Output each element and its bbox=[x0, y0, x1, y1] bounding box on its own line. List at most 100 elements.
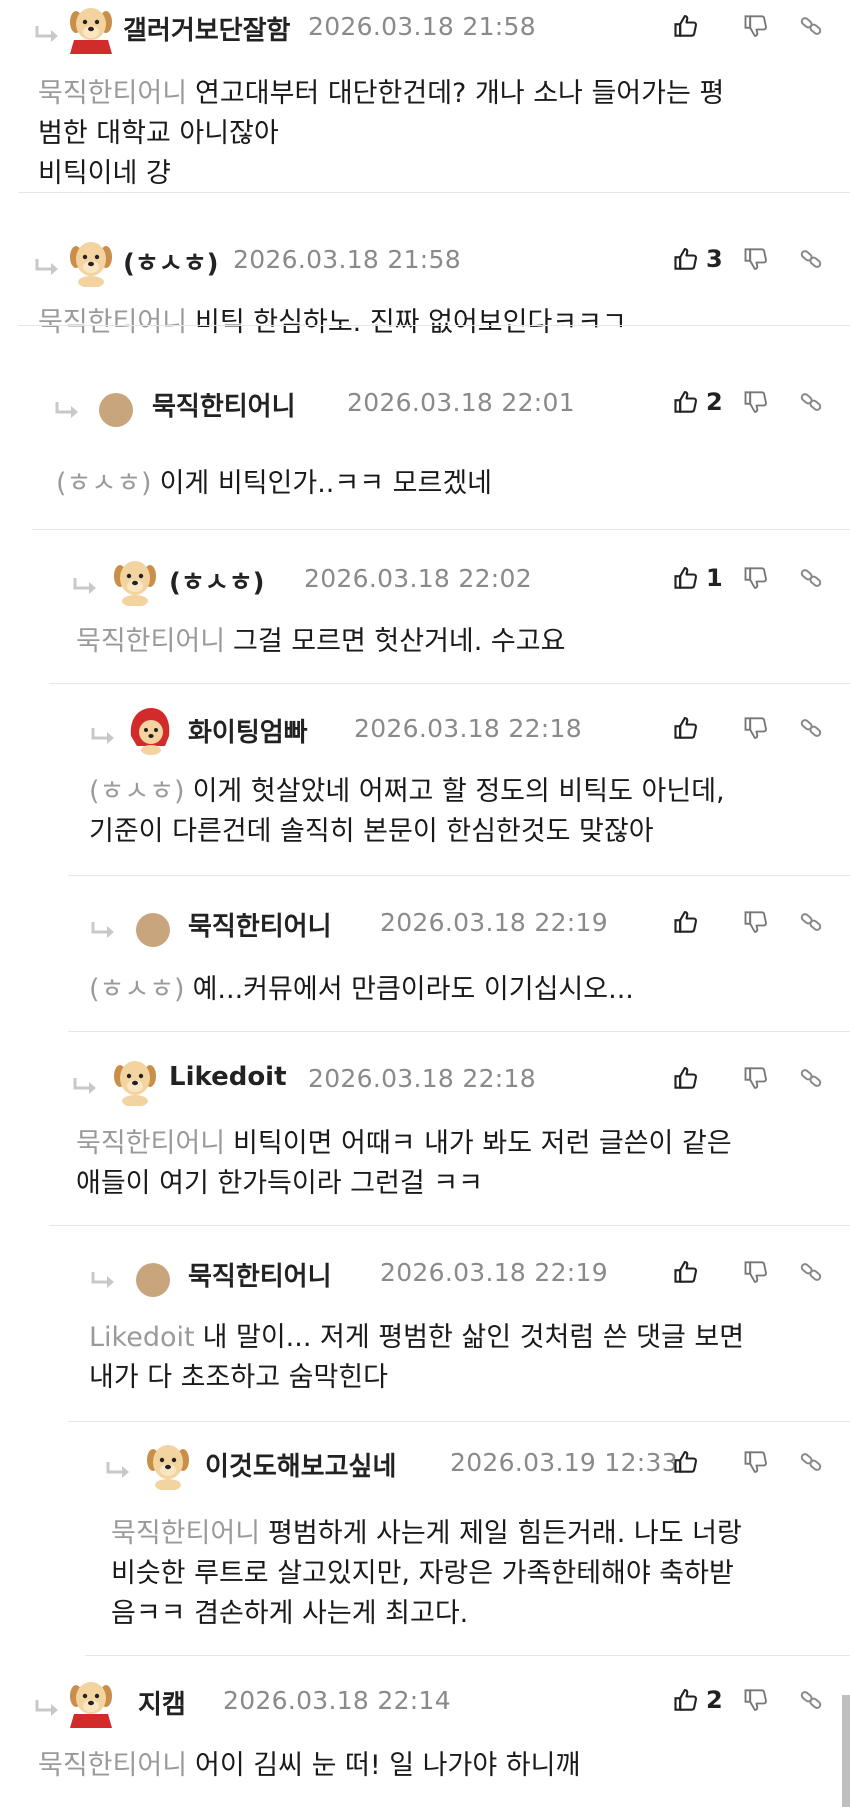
avatar[interactable] bbox=[99, 393, 133, 427]
like-button[interactable] bbox=[672, 1254, 742, 1290]
like-button[interactable] bbox=[672, 1444, 742, 1480]
reply-arrow-icon bbox=[34, 1698, 62, 1718]
comment-date: 2026.03.18 22:18 bbox=[354, 714, 582, 743]
avatar[interactable] bbox=[66, 1678, 116, 1728]
author-nickname[interactable]: 이것도해보고싶네 bbox=[205, 1446, 396, 1483]
reply-arrow-icon bbox=[54, 400, 82, 420]
author-nickname[interactable]: (ㅎㅅㅎ) bbox=[123, 243, 219, 280]
reply-arrow-icon bbox=[105, 1460, 133, 1480]
share-link-button[interactable] bbox=[798, 710, 828, 746]
avatar[interactable] bbox=[66, 237, 116, 287]
comment-header: 묵직한티어니 2026.03.18 22:19 bbox=[68, 1246, 850, 1302]
like-button[interactable]: 3 bbox=[672, 241, 742, 277]
comment-body: 묵직한티어니 그걸 모르면 헛산거네. 수고요 bbox=[76, 622, 790, 662]
comment-header: 이것도해보고싶네 2026.03.19 12:33 bbox=[85, 1436, 850, 1492]
scrollbar[interactable] bbox=[842, 1695, 850, 1807]
share-link-button[interactable] bbox=[798, 1060, 828, 1096]
comment-date: 2026.03.18 22:02 bbox=[304, 564, 532, 593]
dislike-button[interactable] bbox=[742, 1444, 798, 1480]
like-button[interactable] bbox=[672, 8, 742, 44]
share-link-button[interactable] bbox=[798, 241, 828, 277]
author-nickname[interactable]: Likedoit bbox=[169, 1062, 287, 1092]
comment-text-line: 어이 김씨 눈 떠! 일 나가야 하니깨 bbox=[195, 1750, 581, 1781]
thumbs-down-icon bbox=[742, 1448, 770, 1476]
link-icon bbox=[798, 1449, 824, 1475]
avatar[interactable] bbox=[66, 4, 116, 54]
like-count: 2 bbox=[706, 1686, 723, 1714]
comment-text-line: 이게 헛살았네 어쩌고 할 정도의 비틱도 아닌데, bbox=[192, 776, 725, 807]
dislike-button[interactable] bbox=[742, 1254, 798, 1290]
link-icon bbox=[798, 1259, 824, 1285]
like-button[interactable] bbox=[672, 904, 742, 940]
comment-text-line: 범한 대학교 아니잖아 bbox=[38, 118, 279, 149]
dislike-button[interactable] bbox=[742, 710, 798, 746]
thumbs-up-icon bbox=[672, 12, 700, 40]
mention-tag[interactable]: 묵직한티어니 bbox=[38, 1750, 187, 1781]
comment-item: 지캠 2026.03.18 22:14 2 묵직한티어니 어이 김씨 눈 떠! 일… bbox=[18, 1656, 850, 1807]
author-nickname[interactable]: 지캠 bbox=[138, 1684, 186, 1721]
avatar[interactable] bbox=[110, 556, 160, 606]
mention-tag[interactable]: (ㅎㅅㅎ) bbox=[56, 468, 152, 499]
mention-tag[interactable]: 묵직한티어니 bbox=[76, 1128, 225, 1159]
avatar[interactable] bbox=[143, 1440, 193, 1490]
author-nickname[interactable]: 묵직한티어니 bbox=[152, 386, 296, 423]
avatar[interactable] bbox=[136, 913, 170, 947]
comment-text-line: 비틱이면 어때ㅋ 내가 봐도 저런 글쓴이 같은 bbox=[233, 1128, 732, 1159]
author-nickname[interactable]: 화이팅엄빠 bbox=[188, 712, 308, 749]
dislike-button[interactable] bbox=[742, 560, 798, 596]
mention-tag[interactable]: 묵직한티어니 bbox=[76, 626, 225, 657]
share-link-button[interactable] bbox=[798, 1254, 828, 1290]
share-link-button[interactable] bbox=[798, 904, 828, 940]
dislike-button[interactable] bbox=[742, 904, 798, 940]
author-nickname[interactable]: 갤러거보단잘함 bbox=[123, 10, 290, 47]
comment-date: 2026.03.18 22:19 bbox=[380, 908, 608, 937]
avatar[interactable] bbox=[110, 1056, 160, 1106]
share-link-button[interactable] bbox=[798, 1444, 828, 1480]
thumbs-down-icon bbox=[742, 245, 770, 273]
mention-tag[interactable]: (ㅎㅅㅎ) bbox=[89, 974, 185, 1005]
like-count: 3 bbox=[706, 245, 723, 273]
comment-actions: 2 bbox=[672, 384, 828, 420]
mention-tag[interactable]: 묵직한티어니 bbox=[38, 307, 187, 338]
comment-text-line: 비틱 한심하노. 진짜 없어보인다ㅋㅋㄱ bbox=[195, 307, 627, 338]
comment-header: 묵직한티어니 2026.03.18 22:01 2 bbox=[32, 376, 850, 432]
thumbs-down-icon bbox=[742, 1686, 770, 1714]
mention-tag[interactable]: Likedoit bbox=[89, 1322, 195, 1353]
dislike-button[interactable] bbox=[742, 1682, 798, 1718]
share-link-button[interactable] bbox=[798, 384, 828, 420]
comment-actions bbox=[672, 8, 828, 44]
dislike-button[interactable] bbox=[742, 8, 798, 44]
link-icon bbox=[798, 715, 824, 741]
mention-tag[interactable]: 묵직한티어니 bbox=[38, 78, 187, 109]
comment-date: 2026.03.18 22:18 bbox=[308, 1064, 536, 1093]
share-link-button[interactable] bbox=[798, 8, 828, 44]
comment-text-line: 연고대부터 대단한건데? 개나 소나 들어가는 평 bbox=[195, 78, 725, 109]
thumbs-up-icon bbox=[672, 1258, 700, 1286]
author-nickname[interactable]: (ㅎㅅㅎ) bbox=[169, 562, 265, 599]
comment-date: 2026.03.18 22:19 bbox=[380, 1258, 608, 1287]
reply-arrow-icon bbox=[34, 257, 62, 277]
like-button[interactable] bbox=[672, 710, 742, 746]
like-button[interactable]: 2 bbox=[672, 384, 742, 420]
like-button[interactable]: 1 bbox=[672, 560, 742, 596]
comment-body: 묵직한티어니 평범하게 사는게 제일 힘든거래. 나도 너랑 비슷한 루트로 살고… bbox=[111, 1514, 810, 1634]
comment-item: 묵직한티어니 2026.03.18 22:19 Likedoit 내 말이... … bbox=[68, 1226, 850, 1422]
thumbs-up-icon bbox=[672, 1686, 700, 1714]
dislike-button[interactable] bbox=[742, 384, 798, 420]
mention-tag[interactable]: 묵직한티어니 bbox=[111, 1518, 260, 1549]
like-button[interactable] bbox=[672, 1060, 742, 1096]
dislike-button[interactable] bbox=[742, 241, 798, 277]
avatar[interactable] bbox=[136, 1263, 170, 1297]
thumbs-down-icon bbox=[742, 12, 770, 40]
share-link-button[interactable] bbox=[798, 560, 828, 596]
like-button[interactable]: 2 bbox=[672, 1682, 742, 1718]
avatar[interactable] bbox=[125, 706, 175, 756]
share-link-button[interactable] bbox=[798, 1682, 828, 1718]
dislike-button[interactable] bbox=[742, 1060, 798, 1096]
like-count: 2 bbox=[706, 388, 723, 416]
author-nickname[interactable]: 묵직한티어니 bbox=[188, 906, 332, 943]
comment-body: (ㅎㅅㅎ) 이게 헛살았네 어쩌고 할 정도의 비틱도 아닌데, 기준이 다른건데… bbox=[89, 772, 790, 852]
mention-tag[interactable]: (ㅎㅅㅎ) bbox=[89, 776, 185, 807]
comment-header: Likedoit 2026.03.18 22:18 bbox=[49, 1052, 850, 1108]
author-nickname[interactable]: 묵직한티어니 bbox=[188, 1256, 332, 1293]
